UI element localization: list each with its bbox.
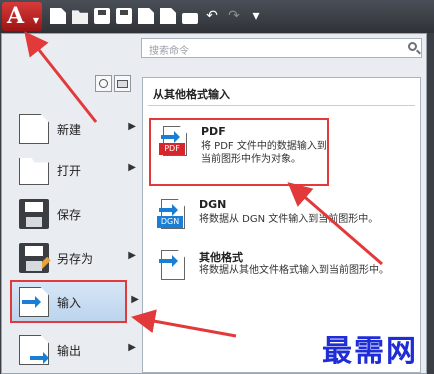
arrow-to-app-button bbox=[24, 31, 98, 123]
watermark: 最需网 bbox=[322, 334, 418, 369]
annotation-arrows bbox=[24, 31, 383, 338]
arrow-to-import-item bbox=[131, 309, 237, 338]
arrow-to-pdf-option bbox=[287, 182, 383, 266]
